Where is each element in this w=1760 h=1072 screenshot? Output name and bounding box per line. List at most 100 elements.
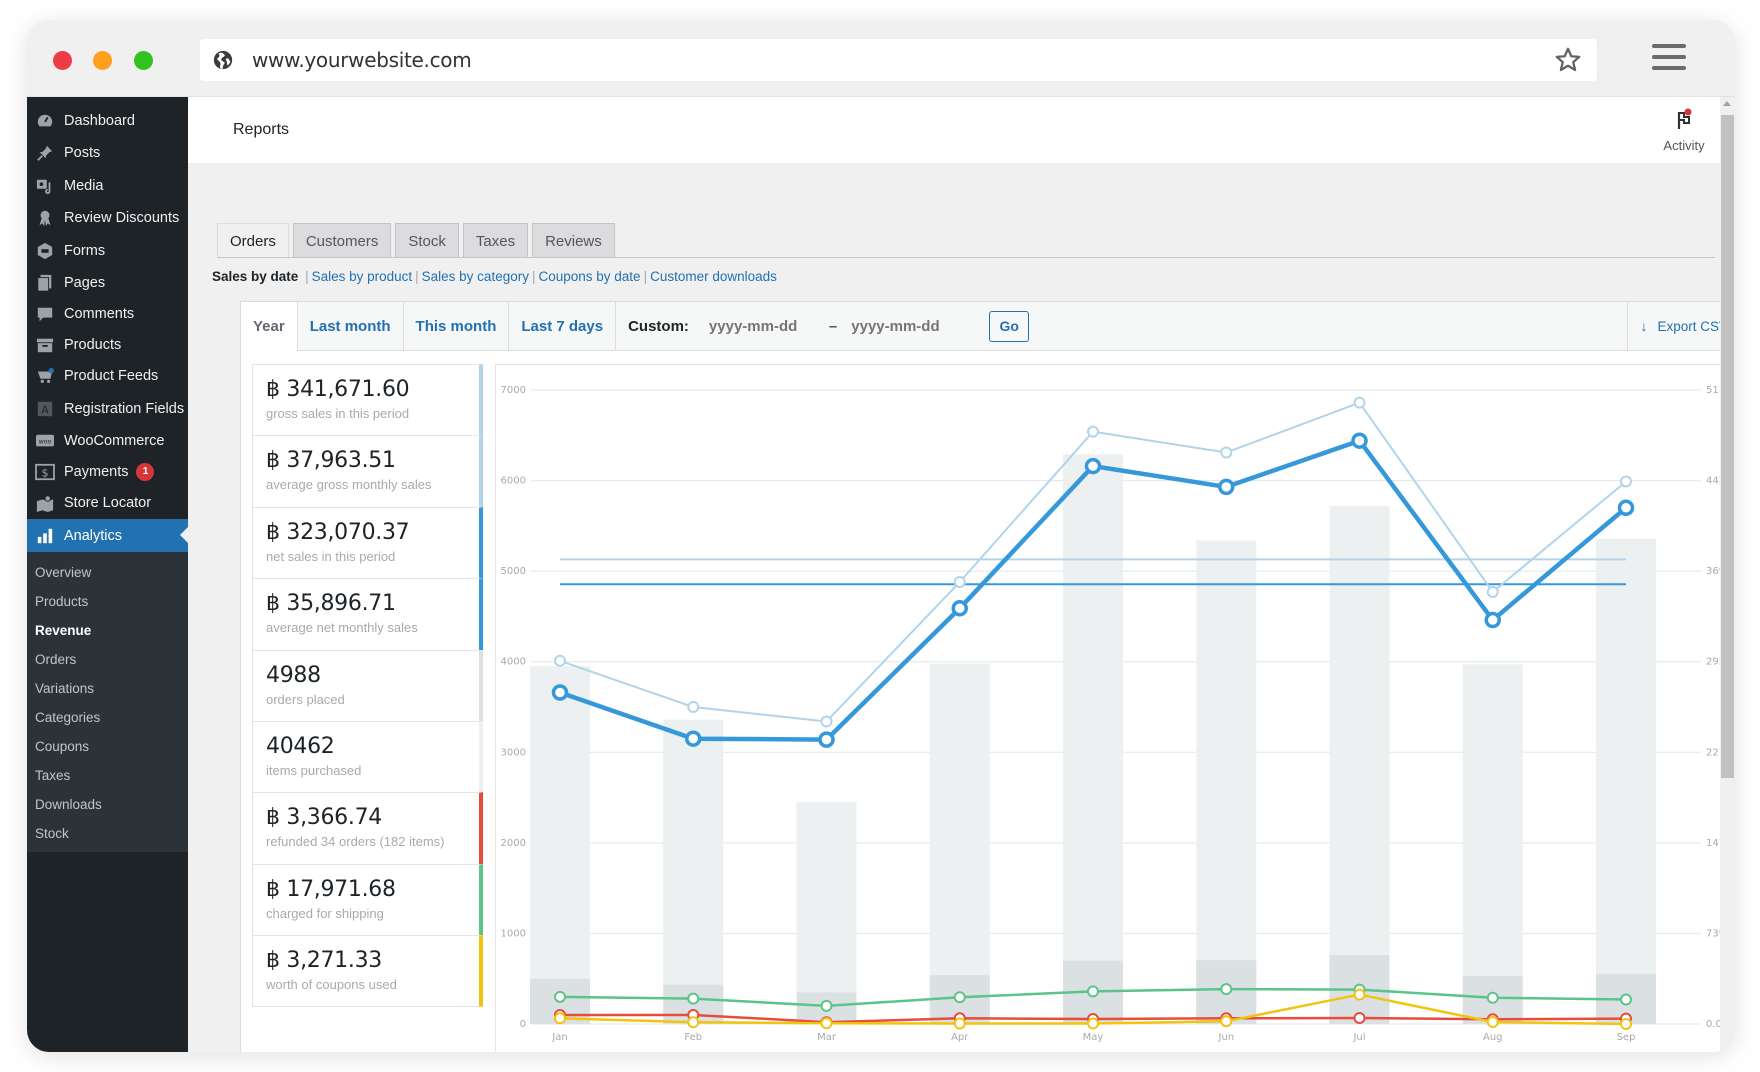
- close-window-button[interactable]: [53, 51, 72, 70]
- download-arrow-icon: ↓: [1640, 318, 1648, 334]
- media-icon: [35, 176, 55, 196]
- submenu-item-revenue[interactable]: Revenue: [27, 616, 188, 645]
- sidebar-item-products[interactable]: Products: [27, 329, 188, 360]
- x-tick-label: Feb: [684, 1032, 702, 1043]
- award-ribbon-icon: [35, 208, 55, 228]
- data-point-net-sales: [1617, 499, 1635, 516]
- woo-icon: woo: [35, 431, 55, 451]
- end-date-input[interactable]: [851, 317, 972, 335]
- range-this-month[interactable]: This month: [404, 302, 510, 350]
- sidebar-item-review-discounts[interactable]: Review Discounts: [27, 202, 188, 234]
- sidebar-item-dashboard[interactable]: Dashboard: [27, 105, 188, 136]
- submenu-item-products[interactable]: Products: [27, 587, 188, 616]
- bar-items-purchased: [929, 663, 990, 1024]
- data-point-gross-sales: [1353, 396, 1366, 409]
- sidebar-item-pages[interactable]: Pages: [27, 267, 188, 299]
- data-point-coupons-used: [1353, 988, 1366, 1001]
- data-point-coupons-used: [687, 1016, 700, 1029]
- data-point-gross-sales: [1620, 475, 1632, 488]
- comment-icon: [35, 304, 55, 324]
- subnav-link-sales-by-category[interactable]: Sales by category: [422, 269, 529, 284]
- tab-customers[interactable]: Customers: [292, 223, 392, 258]
- address-bar[interactable]: www.yourwebsite.com: [200, 39, 1597, 81]
- legend-item[interactable]: ฿ 35,896.71 average net monthly sales: [252, 578, 483, 650]
- legend-item[interactable]: ฿ 323,070.37 net sales in this period: [252, 506, 483, 579]
- legend-value: 40462: [266, 733, 335, 759]
- tab-orders[interactable]: Orders: [217, 223, 289, 258]
- legend-item[interactable]: ฿ 3,366.74 refunded 34 orders (182 items): [252, 792, 483, 864]
- scroll-up-arrow-icon[interactable]: [1723, 101, 1731, 106]
- submenu-item-overview[interactable]: Overview: [27, 558, 188, 587]
- data-point-charged-for-shipping: [1220, 983, 1233, 996]
- sidebar-item-media[interactable]: Media: [27, 169, 188, 202]
- submenu-item-downloads[interactable]: Downloads: [27, 790, 188, 819]
- subnav-link-customer-downloads[interactable]: Customer downloads: [650, 269, 777, 284]
- legend-item[interactable]: ฿ 37,963.51 average gross monthly sales: [252, 435, 483, 507]
- legend-label: worth of coupons used: [266, 977, 397, 993]
- submenu-item-coupons[interactable]: Coupons: [27, 732, 188, 761]
- sidebar-item-analytics[interactable]: Analytics: [27, 519, 188, 552]
- sidebar-item-label: Store Locator: [64, 495, 152, 511]
- dashboard-icon: [35, 111, 55, 131]
- legend-value: ฿ 3,366.74: [266, 805, 382, 831]
- data-point-gross-sales: [820, 715, 833, 728]
- minimize-window-button[interactable]: [93, 51, 112, 70]
- legend-value: ฿ 323,070.37: [266, 519, 410, 545]
- sidebar-item-woocommerce[interactable]: woo WooCommerce: [27, 425, 188, 456]
- star-icon[interactable]: [1553, 45, 1583, 75]
- sidebar-item-label: Dashboard: [64, 112, 135, 129]
- legend-item[interactable]: ฿ 17,971.68 charged for shipping: [252, 863, 483, 936]
- sidebar-item-comments[interactable]: Comments: [27, 299, 188, 329]
- submenu-item-orders[interactable]: Orders: [27, 645, 188, 674]
- range-last-month[interactable]: Last month: [298, 302, 404, 350]
- legend-value: ฿ 341,671.60: [266, 377, 410, 402]
- start-date-input[interactable]: [708, 317, 829, 335]
- tab-stock[interactable]: Stock: [395, 223, 459, 258]
- subnav-link-coupons-by-date[interactable]: Coupons by date: [538, 269, 640, 284]
- sidebar-item-label: Forms: [64, 242, 106, 259]
- data-point-charged-for-shipping: [1087, 985, 1099, 998]
- dollar-icon: $: [35, 462, 55, 482]
- data-point-net-sales: [551, 684, 569, 701]
- pushpin-icon: [35, 143, 55, 163]
- activity-button[interactable]: Activity: [1654, 108, 1714, 153]
- submenu-item-categories[interactable]: Categories: [27, 703, 188, 732]
- legend-item[interactable]: ฿ 3,271.33 worth of coupons used: [252, 935, 483, 1007]
- submenu-item-taxes[interactable]: Taxes: [27, 761, 188, 790]
- legend-item[interactable]: 40462 items purchased: [252, 720, 483, 793]
- y-left-tick-label: 7000: [501, 385, 526, 396]
- custom-range: Custom: – Go: [616, 302, 1030, 350]
- data-point-gross-sales: [1087, 425, 1099, 438]
- tab-reviews[interactable]: Reviews: [532, 223, 615, 258]
- submenu-item-variations[interactable]: Variations: [27, 674, 188, 703]
- range-last-7-days[interactable]: Last 7 days: [509, 302, 617, 350]
- legend-item[interactable]: ฿ 341,671.60 gross sales in this period: [252, 364, 483, 436]
- data-point-charged-for-shipping: [1486, 991, 1499, 1004]
- export-csv-button[interactable]: ↓ Export CSV: [1627, 302, 1720, 350]
- export-csv-label: Export CSV: [1657, 318, 1720, 334]
- sidebar-item-forms[interactable]: Forms: [27, 234, 188, 267]
- range-year[interactable]: Year: [241, 302, 298, 351]
- sidebar-item-registration-fields[interactable]: A Registration Fields: [27, 392, 188, 425]
- sidebar-item-product-feeds[interactable]: Product Feeds: [27, 360, 188, 392]
- sidebar-item-posts[interactable]: Posts: [27, 136, 188, 169]
- sidebar-item-payments[interactable]: $ Payments 1: [27, 456, 188, 487]
- browser-titlebar: www.yourwebsite.com: [27, 20, 1735, 97]
- sales-chart-svg: 0 0.00 1000 7394.30 2000 14788.60 3000 22182.89…: [501, 385, 1720, 1043]
- subnav-current[interactable]: Sales by date: [212, 269, 298, 284]
- legend-label: average gross monthly sales: [266, 477, 432, 493]
- tab-taxes[interactable]: Taxes: [462, 223, 529, 258]
- legend-item[interactable]: 4988 orders placed: [252, 649, 483, 721]
- subnav-link-sales-by-product[interactable]: Sales by product: [312, 269, 413, 284]
- data-point-coupons-used: [1486, 1016, 1499, 1029]
- page-scrollbar[interactable]: [1720, 97, 1735, 1052]
- scrollbar-thumb[interactable]: [1721, 115, 1734, 778]
- registration-icon: A: [35, 399, 55, 419]
- submenu-item-stock[interactable]: Stock: [27, 819, 188, 848]
- maximize-window-button[interactable]: [134, 51, 153, 70]
- go-button[interactable]: Go: [989, 310, 1030, 342]
- bar-chart-icon: [35, 526, 55, 546]
- activity-label: Activity: [1663, 138, 1705, 153]
- hamburger-icon[interactable]: [1652, 44, 1686, 72]
- sidebar-item-store-locator[interactable]: Store Locator: [27, 487, 188, 519]
